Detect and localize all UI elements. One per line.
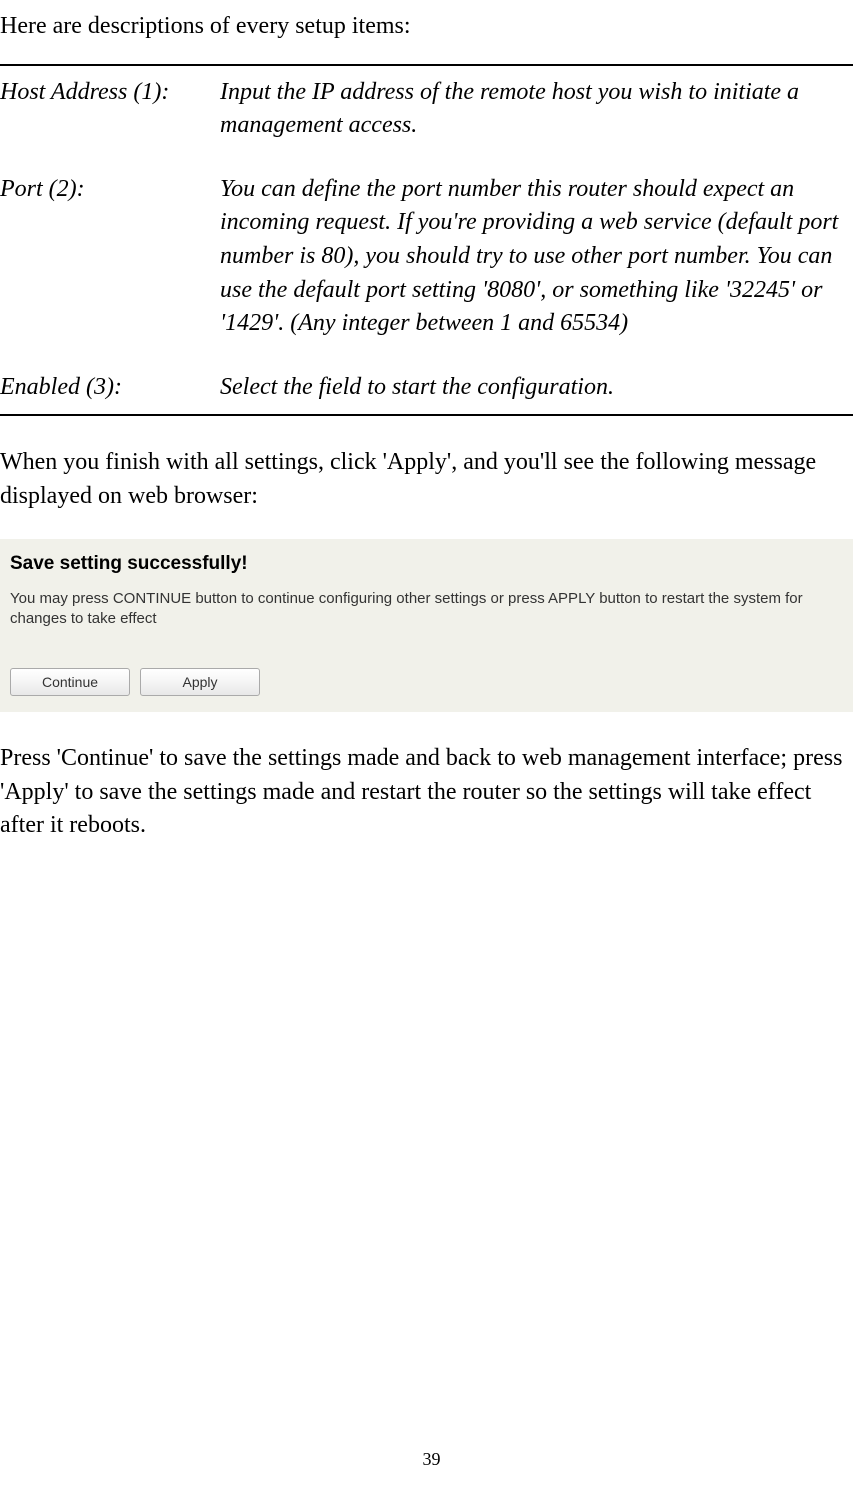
def-label: Port (2): [0,173,220,341]
def-label: Enabled (3): [0,371,220,405]
paragraph-continue: Press 'Continue' to save the settings ma… [0,742,853,843]
apply-button[interactable]: Apply [140,668,260,696]
definitions-table: Host Address (1): Input the IP address o… [0,64,853,417]
table-row: Host Address (1): Input the IP address o… [0,66,853,153]
dialog-text: You may press CONTINUE button to continu… [10,589,843,628]
paragraph-apply: When you finish with all settings, click… [0,446,853,513]
def-label: Host Address (1): [0,76,220,143]
page-number: 39 [423,1447,441,1472]
intro-text: Here are descriptions of every setup ite… [0,10,853,44]
def-description: Select the field to start the configurat… [220,371,853,405]
dialog-buttons: Continue Apply [10,668,843,696]
dialog-title: Save setting successfully! [10,551,843,578]
continue-button[interactable]: Continue [10,668,130,696]
save-dialog: Save setting successfully! You may press… [0,539,853,713]
def-description: You can define the port number this rout… [220,173,853,341]
table-row: Port (2): You can define the port number… [0,163,853,351]
table-row: Enabled (3): Select the field to start t… [0,361,853,415]
def-description: Input the IP address of the remote host … [220,76,853,143]
